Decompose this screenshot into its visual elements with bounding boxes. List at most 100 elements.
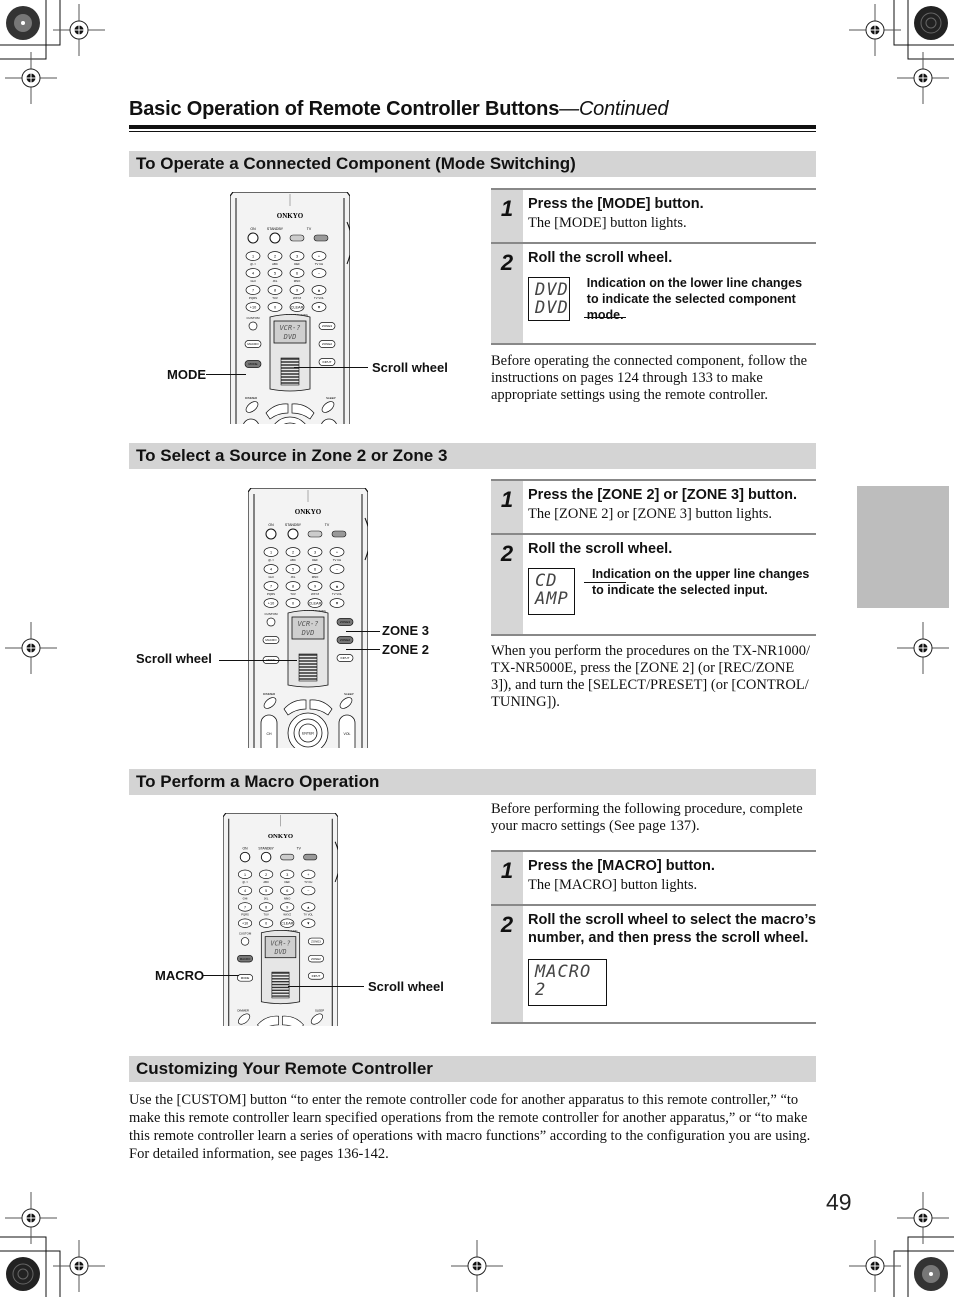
callout-scroll-wheel: Scroll wheel [368, 979, 444, 994]
label-on: ON [268, 523, 274, 527]
keypad-sublabel: JKL [291, 575, 296, 579]
leader-line [584, 317, 626, 318]
keypad-sublabel: DEF [285, 880, 291, 884]
tv-input-button-icon [303, 853, 318, 861]
keypad-sublabel: PQRS [267, 592, 275, 596]
leader-line [584, 582, 626, 583]
step-title: Roll the scroll wheel to select the macr… [528, 912, 816, 946]
registration-target-icon [451, 1240, 503, 1292]
section-heading-macro: To Perform a Macro Operation [129, 769, 816, 795]
button-label: INPUT [323, 360, 332, 364]
keypad-sublabel: ABC [263, 880, 269, 884]
enter-label: ENTER [302, 732, 314, 736]
button-label: ZONE3 [340, 620, 350, 624]
keypad-label: 2 [292, 551, 294, 555]
brand-logo: ONKYO [277, 212, 304, 220]
keypad-label: 3 [296, 255, 298, 259]
lcd-line-2: 2 [535, 980, 547, 1000]
label-on: ON [243, 846, 249, 850]
button-label: ZONE2 [322, 342, 332, 346]
lcd-display: DVD DVD [528, 277, 570, 321]
keypad-sublabel: WXYZ [311, 592, 319, 596]
paragraph-macro-intro: Before performing the following procedur… [491, 801, 803, 834]
registration-target-icon [53, 1240, 105, 1292]
callout-scroll-wheel: Scroll wheel [372, 360, 448, 375]
button-label: MACRO [247, 342, 259, 346]
keypad-label: 2 [274, 255, 276, 259]
on-button-icon [247, 232, 259, 244]
keypad-sublabel: WXYZ [283, 913, 291, 917]
step-title: Roll the scroll wheel. [528, 250, 673, 266]
label-sleep: SLEEP [315, 1008, 324, 1012]
target-disc-icon [6, 1257, 40, 1291]
button-label: ZONE3 [322, 324, 332, 328]
keypad-label: 6 [296, 272, 298, 276]
registration-target-icon [849, 4, 901, 56]
tv-power-button-icon [289, 234, 305, 242]
step-title: Roll the scroll wheel. [528, 541, 673, 557]
keypad-label: +10 [250, 306, 256, 310]
label-tv: TV [325, 523, 330, 527]
remote-lcd-line-1: VCR-? [270, 939, 290, 947]
keypad-label: CLEAR [291, 306, 304, 310]
callout-scroll-wheel: Scroll wheel [136, 651, 212, 666]
step-description: The [MACRO] button lights. [528, 877, 698, 893]
keypad-label: 4 [270, 568, 272, 572]
page-title: Basic Operation of Remote Controller But… [129, 98, 669, 121]
label-sleep: SLEEP [326, 396, 336, 400]
keypad-sublabel: @.-'/ [242, 880, 248, 884]
button-label: MACRO [240, 957, 251, 961]
standby-button-icon [287, 528, 299, 540]
keypad-sublabel: ABC [272, 262, 278, 266]
starburst-icon [6, 6, 40, 40]
keypad-label: 4 [244, 889, 246, 893]
title-rule-thick [129, 125, 816, 129]
step-2: 2 Roll the scroll wheel. CD AMP Indicati… [491, 535, 816, 636]
ch-label: CH [266, 732, 272, 736]
label-sleep: SLEEP [344, 692, 354, 696]
button-label: ZONE2 [340, 638, 350, 642]
label-tv: TV [307, 227, 312, 231]
keypad-sublabel: ABC [290, 558, 296, 562]
keypad-label: +10 [242, 922, 248, 926]
keypad-label: 6 [286, 889, 288, 893]
standby-button-icon [260, 851, 272, 863]
remote-illustration-macro: ONKYOON STANDBY TV1@.-'/2ABC3DEF+TV CH4GHI… [223, 813, 338, 1026]
keypad-label: ▲ [306, 905, 310, 909]
keypad-label: 0 [292, 602, 294, 606]
keypad-sublabel: MNO [294, 279, 301, 283]
keypad-label: 7 [244, 905, 246, 909]
keypad-sublabel: TV VOL [314, 296, 324, 300]
target-disc-icon [914, 6, 948, 40]
registration-target-icon [5, 622, 57, 674]
keypad-label: 1 [270, 551, 272, 555]
label-standby: STANDBY [285, 523, 302, 527]
keypad-label: CLEAR [281, 922, 293, 926]
step-description: The [ZONE 2] or [ZONE 3] button lights. [528, 506, 773, 522]
keypad-label: 0 [274, 306, 276, 310]
leader-line [288, 986, 364, 987]
label-custom: CUSTOM [247, 316, 260, 320]
button-label: ZONE3 [311, 940, 321, 944]
keypad-label: − [307, 889, 309, 893]
steps-mode-switching: 1 Press the [MODE] button. The [MODE] bu… [491, 188, 816, 345]
title-rule-thin [129, 131, 816, 132]
keypad-label: ▼ [306, 922, 310, 926]
keypad-label: 7 [270, 585, 272, 589]
keypad-label: 9 [314, 585, 316, 589]
keypad-sublabel: JKL [273, 279, 278, 283]
on-button-icon [265, 528, 277, 540]
callout-mode: MODE [167, 367, 206, 382]
remote-lcd-line-2: DVD [273, 948, 286, 956]
step-number: 2 [491, 535, 523, 634]
keypad-sublabel: TV CH [304, 880, 312, 884]
keypad-sublabel: GHI [269, 575, 274, 579]
leader-line [294, 367, 368, 368]
button-label: INPUT [312, 974, 321, 978]
leader-line [346, 631, 380, 632]
brand-logo: ONKYO [295, 508, 322, 516]
lcd-display: MACRO 2 [528, 959, 607, 1006]
keypad-label: 8 [274, 289, 276, 293]
tv-power-button-icon [307, 530, 323, 538]
standby-button-icon [269, 232, 281, 244]
